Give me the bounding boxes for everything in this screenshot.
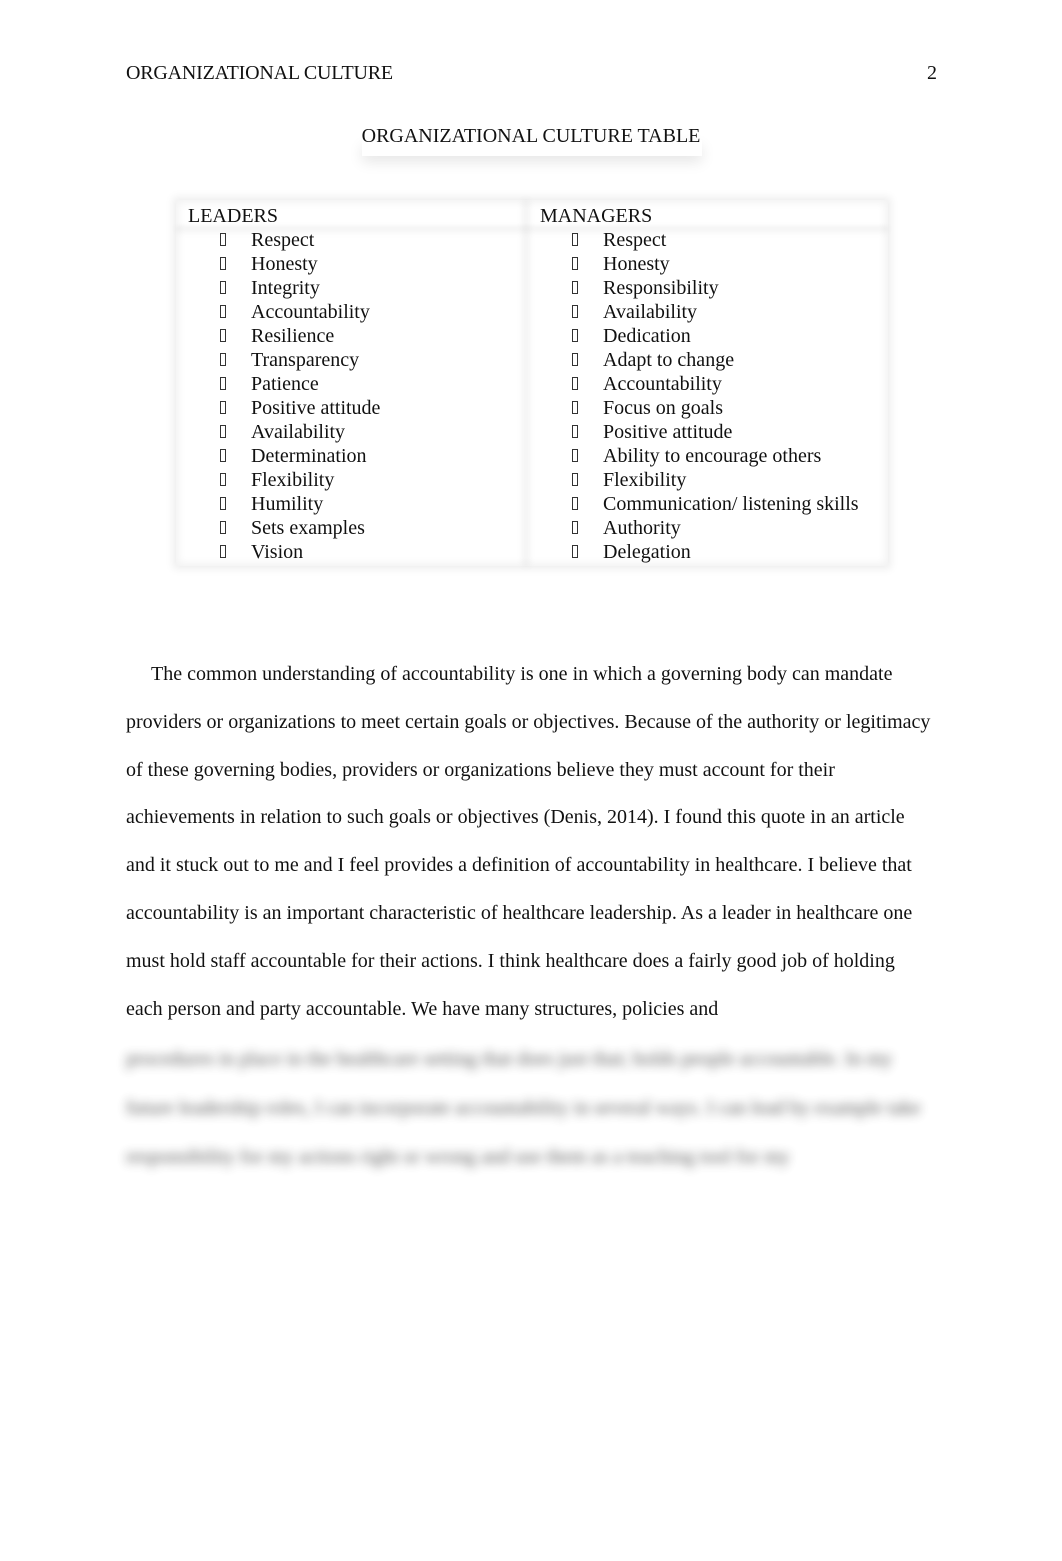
list-item-text: Sets examples (251, 517, 365, 539)
bullet-icon (220, 305, 226, 318)
list-item: Honesty (540, 252, 859, 276)
bullet-icon (220, 353, 226, 366)
body-paragraph: The common understanding of accountabili… (126, 651, 936, 1033)
table-column-divider (522, 200, 530, 566)
list-item: Transparency (188, 348, 380, 372)
list-item: Dedication (540, 324, 859, 348)
list-item-text: Flexibility (603, 469, 687, 491)
bullet-icon (572, 281, 578, 294)
managers-list: Respect Honesty Responsibility Availability… (540, 228, 859, 564)
list-item: Focus on goals (540, 396, 859, 420)
paragraph-text: The common understanding of accountabili… (126, 663, 931, 1020)
bullet-icon (572, 521, 578, 534)
leaders-column: LEADERS Respect Honesty Integrity Accountab… (188, 204, 380, 564)
list-item-text: Accountability (251, 301, 370, 323)
list-item: Flexibility (540, 468, 859, 492)
running-head: ORGANIZATIONAL CULTURE (126, 62, 393, 84)
list-item: Ability to encourage others (540, 444, 859, 468)
list-item-text: Patience (251, 373, 319, 395)
list-item: Honesty (188, 252, 380, 276)
list-item: Accountability (540, 372, 859, 396)
list-item-text: Transparency (251, 349, 360, 371)
list-item-text: Authority (603, 517, 681, 539)
bullet-icon (220, 329, 226, 342)
blurred-preview-text: procedures in place in the healthcare se… (126, 1048, 921, 1168)
bullet-icon (220, 425, 226, 438)
list-item: Flexibility (188, 468, 380, 492)
bullet-icon (572, 449, 578, 462)
leaders-heading: LEADERS (188, 205, 278, 227)
bullet-icon (220, 257, 226, 270)
bullet-icon (572, 353, 578, 366)
list-item-text: Resilience (251, 325, 335, 347)
bullet-icon (572, 257, 578, 270)
bullet-icon (220, 473, 226, 486)
bullet-icon (572, 377, 578, 390)
list-item-text: Positive attitude (603, 421, 733, 443)
bullet-icon (220, 497, 226, 510)
bullet-icon (572, 425, 578, 438)
bullet-icon (572, 473, 578, 486)
list-item-text: Availability (251, 421, 346, 443)
list-item: Respect (188, 228, 380, 252)
list-item-text: Humility (251, 493, 324, 515)
bullet-icon (220, 449, 226, 462)
table-title: ORGANIZATIONAL CULTURE TABLE (361, 125, 701, 147)
bullet-icon (572, 545, 578, 558)
leaders-list: Respect Honesty Integrity Accountability Res… (188, 228, 380, 564)
managers-column: MANAGERS Respect Honesty Responsibility Ava… (540, 204, 859, 564)
list-item-text: Responsibility (603, 277, 719, 299)
list-item-text: Flexibility (251, 469, 335, 491)
list-item-text: Positive attitude (251, 397, 381, 419)
list-item-text: Accountability (603, 373, 722, 395)
bullet-icon (220, 521, 226, 534)
list-item: Patience (188, 372, 380, 396)
list-item-text: Honesty (603, 253, 670, 275)
list-item-text: Dedication (603, 325, 691, 347)
list-item-text: Honesty (251, 253, 318, 275)
bullet-icon (572, 233, 578, 246)
list-item-text: Communication/ listening skills (603, 493, 859, 515)
list-item: Resilience (188, 324, 380, 348)
bullet-icon (220, 401, 226, 414)
bullet-icon (220, 545, 226, 558)
bullet-icon (220, 377, 226, 390)
list-item-text: Integrity (251, 277, 320, 299)
bullet-icon (572, 329, 578, 342)
list-item: Authority (540, 516, 859, 540)
list-item: Communication/ listening skills (540, 492, 859, 516)
list-item: Sets examples (188, 516, 380, 540)
bullet-icon (572, 401, 578, 414)
managers-heading: MANAGERS (540, 205, 653, 227)
list-item: Adapt to change (540, 348, 859, 372)
bullet-icon (220, 281, 226, 294)
list-item: Positive attitude (540, 420, 859, 444)
bullet-icon (220, 233, 226, 246)
list-item-text: Respect (251, 229, 315, 251)
organizational-culture-table: LEADERS Respect Honesty Integrity Accountab… (176, 200, 888, 566)
list-item: Positive attitude (188, 396, 380, 420)
list-item: Determination (188, 444, 380, 468)
list-item: Humility (188, 492, 380, 516)
list-item: Accountability (188, 300, 380, 324)
list-item: Vision (188, 540, 380, 564)
bullet-icon (572, 497, 578, 510)
list-item-text: Determination (251, 445, 367, 467)
list-item-text: Ability to encourage others (603, 445, 822, 467)
list-item-text: Focus on goals (603, 397, 723, 419)
list-item: Delegation (540, 540, 859, 564)
list-item-text: Respect (603, 229, 667, 251)
list-item-text: Availability (603, 301, 698, 323)
list-item: Integrity (188, 276, 380, 300)
list-item: Responsibility (540, 276, 859, 300)
list-item-text: Delegation (603, 541, 691, 563)
page-number: 2 (927, 62, 937, 84)
list-item-text: Vision (251, 541, 304, 563)
list-item-text: Adapt to change (603, 349, 735, 371)
list-item: Availability (188, 420, 380, 444)
list-item: Availability (540, 300, 859, 324)
list-item: Respect (540, 228, 859, 252)
bullet-icon (572, 305, 578, 318)
